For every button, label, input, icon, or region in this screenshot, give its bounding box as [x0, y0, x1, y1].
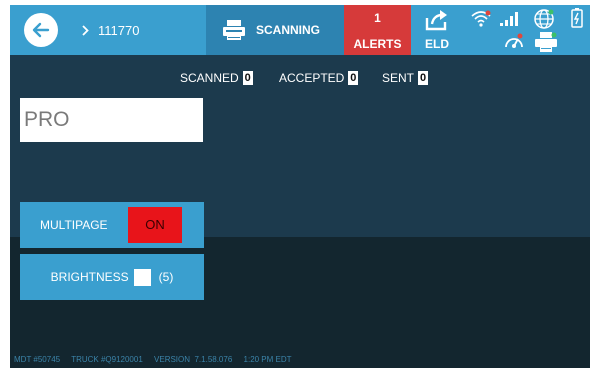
alerts-count: 1 — [374, 11, 381, 25]
status-footer: MDT #50745 TRUCK #Q9120001 VERSION 7.1.5… — [14, 355, 301, 364]
wifi-icon — [471, 10, 491, 27]
brightness-setting[interactable]: BRIGHTNESS (5) — [20, 254, 204, 300]
load-id-link[interactable]: 111770 — [82, 5, 202, 55]
multipage-setting: MULTIPAGE ON — [20, 202, 204, 248]
brightness-label: BRIGHTNESS — [50, 270, 129, 284]
globe-icon — [534, 9, 554, 29]
device-screen: 111770 SCANNING 1 ALERTS ELD SCANNED 0 A… — [10, 5, 590, 368]
scan-counters: SCANNED 0 ACCEPTED 0 SENT 0 — [10, 71, 590, 89]
brightness-value: (5) — [158, 270, 174, 284]
share-export-icon — [425, 10, 447, 31]
accepted-label: ACCEPTED — [279, 71, 345, 85]
scanned-counter: SCANNED 0 — [180, 71, 253, 85]
scanner-icon — [223, 20, 245, 40]
battery-icon — [571, 8, 583, 28]
multipage-toggle[interactable]: ON — [128, 207, 182, 243]
mdt-number: MDT #50745 — [14, 355, 61, 364]
alerts-button[interactable]: 1 ALERTS — [344, 5, 411, 55]
signal-bars-icon — [500, 12, 518, 26]
accepted-counter: ACCEPTED 0 — [279, 71, 359, 85]
load-id-text: 111770 — [98, 22, 140, 38]
arrow-left-icon — [32, 22, 50, 38]
truck-number: TRUCK #Q9120001 — [71, 355, 143, 364]
sent-count: 0 — [418, 71, 429, 85]
top-bar: 111770 SCANNING 1 ALERTS ELD — [10, 5, 590, 55]
sent-counter: SENT 0 — [382, 71, 429, 85]
back-button[interactable] — [24, 13, 58, 47]
accepted-count: 0 — [348, 71, 359, 85]
scanning-tab[interactable]: SCANNING — [206, 5, 344, 55]
multipage-label: MULTIPAGE — [40, 218, 108, 232]
speed-gauge-icon — [505, 33, 523, 48]
scanning-label: SCANNING — [256, 23, 321, 37]
brightness-swatch[interactable] — [133, 268, 151, 286]
clock-time: 1:20 PM EDT — [243, 355, 292, 364]
eld-button[interactable]: ELD — [411, 5, 463, 55]
printer-icon — [535, 32, 557, 52]
pro-number-input[interactable] — [20, 98, 203, 142]
scanned-count: 0 — [242, 71, 253, 85]
scanned-label: SCANNED — [180, 71, 239, 85]
eld-label: ELD — [425, 37, 449, 51]
alerts-label: ALERTS — [353, 37, 402, 51]
sent-label: SENT — [382, 71, 415, 85]
chevron-right-icon — [82, 24, 89, 36]
app-version: VERSION 7.1.58.076 — [154, 355, 233, 364]
